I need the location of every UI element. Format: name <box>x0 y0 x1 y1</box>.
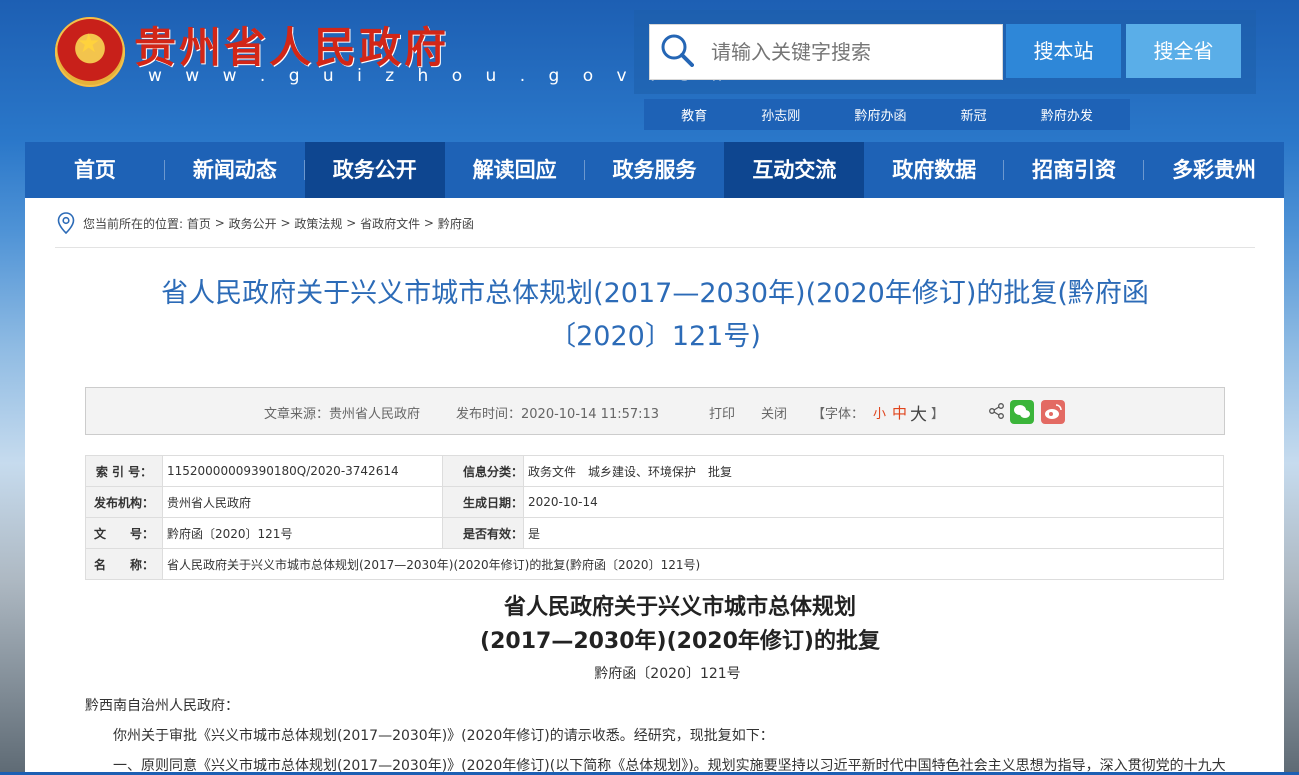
hot-link[interactable]: 孙志刚 <box>761 105 800 124</box>
info-table: 索 引 号： 11520000009390180Q/2020-3742614 信… <box>85 455 1224 580</box>
article-source: 文章来源：贵州省人民政府 <box>264 407 421 422</box>
font-large-button[interactable]: 大 <box>910 400 927 425</box>
document-paragraph: 一、原则同意《兴义市城市总体规划(2017—2030年)》(2020年修订)(以… <box>113 758 1226 774</box>
font-size-end: 】 <box>931 407 945 422</box>
search-input[interactable] <box>709 36 993 68</box>
valid-value: 是 <box>523 517 1224 549</box>
nav-news[interactable]: 新闻动态 <box>165 142 305 198</box>
main-nav: 首页 新闻动态 政务公开 解读回应 政务服务 互动交流 政府数据 招商引资 多彩… <box>25 142 1284 198</box>
document-addressee: 黔西南自治州人民政府： <box>85 698 239 714</box>
font-small-button[interactable]: 小 <box>873 403 886 422</box>
search-province-button[interactable]: 搜全省 <box>1126 24 1241 78</box>
breadcrumb-sep: > <box>346 216 357 230</box>
breadcrumb: 您当前所在的位置: 首页 > 政务公开 > 政策法规 > 省政府文件 > 黔府函 <box>57 212 474 234</box>
weibo-share-icon[interactable] <box>1041 400 1065 424</box>
breadcrumb-home[interactable]: 首页 <box>187 215 211 232</box>
location-pin-icon <box>57 212 75 234</box>
nav-gov-affairs[interactable]: 政务公开 <box>304 142 445 198</box>
table-row: 索 引 号： 11520000009390180Q/2020-3742614 信… <box>85 455 1224 487</box>
breadcrumb-sep: > <box>423 216 434 230</box>
hot-link[interactable]: 新冠 <box>961 105 987 124</box>
docno-value: 黔府函〔2020〕121号 <box>162 517 443 549</box>
breadcrumb-gov-affairs[interactable]: 政务公开 <box>229 215 277 232</box>
date-value: 2020-10-14 <box>523 486 1224 518</box>
hot-keywords: 教育 孙志刚 黔府办函 新冠 黔府办发 <box>644 99 1130 130</box>
table-row: 文 号： 黔府函〔2020〕121号 是否有效： 是 <box>85 517 1224 549</box>
breadcrumb-prefix: 您当前所在的位置: <box>83 216 184 231</box>
breadcrumb-policies[interactable]: 政策法规 <box>294 215 342 232</box>
wechat-share-icon[interactable] <box>1010 400 1034 424</box>
breadcrumb-sep: > <box>214 216 225 230</box>
divider <box>55 247 1255 248</box>
national-emblem-logo: ★ <box>55 17 125 87</box>
nav-investment[interactable]: 招商引资 <box>1004 142 1145 198</box>
issuer-value: 贵州省人民政府 <box>162 486 443 518</box>
search-site-button[interactable]: 搜本站 <box>1006 24 1121 78</box>
hot-link[interactable]: 黔府办函 <box>854 105 906 124</box>
nav-services[interactable]: 政务服务 <box>585 142 725 198</box>
breadcrumb-qianfuhan[interactable]: 黔府函 <box>438 215 474 232</box>
nav-home[interactable]: 首页 <box>25 142 165 198</box>
name-value: 省人民政府关于兴义市城市总体规划(2017—2030年)(2020年修订)的批复… <box>162 548 1224 580</box>
docno-label: 文 号： <box>85 517 163 549</box>
share-icon[interactable] <box>988 402 1006 420</box>
nav-guizhou[interactable]: 多彩贵州 <box>1144 142 1284 198</box>
issuer-label: 发布机构： <box>85 486 163 518</box>
table-row: 发布机构： 贵州省人民政府 生成日期： 2020-10-14 <box>85 486 1224 518</box>
document-paragraph: 你州关于审批《兴义市城市总体规划(2017—2030年)》(2020年修订)的请… <box>113 728 774 744</box>
font-medium-button[interactable]: 中 <box>892 402 907 423</box>
hot-link[interactable]: 教育 <box>681 105 707 124</box>
article-title: 省人民政府关于兴义市城市总体规划(2017—2030年)(2020年修订)的批复… <box>161 278 1149 352</box>
breadcrumb-sep: > <box>280 216 291 230</box>
category-value: 政务文件 城乡建设、环境保护 批复 <box>523 455 1224 487</box>
index-label: 索 引 号： <box>85 455 163 487</box>
date-label: 生成日期： <box>442 486 524 518</box>
breadcrumb-province-docs[interactable]: 省政府文件 <box>360 215 420 232</box>
nav-interpretation[interactable]: 解读回应 <box>445 142 585 198</box>
close-link[interactable]: 关闭 <box>761 403 787 422</box>
nav-gov-data[interactable]: 政府数据 <box>864 142 1005 198</box>
nav-interaction[interactable]: 互动交流 <box>724 142 865 198</box>
document-title: 省人民政府关于兴义市城市总体规划 (2017—2030年)(2020年修订)的批… <box>480 595 880 654</box>
font-size-label: 【字体： <box>812 407 865 422</box>
valid-label: 是否有效： <box>442 517 524 549</box>
index-value: 11520000009390180Q/2020-3742614 <box>162 455 443 487</box>
document-number: 黔府函〔2020〕121号 <box>594 666 741 682</box>
article-meta-bar: 文章来源：贵州省人民政府 发布时间：2020-10-14 11:57:13 打印… <box>85 387 1225 435</box>
name-label: 名 称： <box>85 548 163 580</box>
print-link[interactable]: 打印 <box>709 403 735 422</box>
table-row: 名 称： 省人民政府关于兴义市城市总体规划(2017—2030年)(2020年修… <box>85 548 1224 580</box>
publish-time: 发布时间：2020-10-14 11:57:13 <box>456 407 660 422</box>
hot-link[interactable]: 黔府办发 <box>1041 105 1093 124</box>
search-icon <box>661 34 694 67</box>
category-label: 信息分类： <box>442 455 524 487</box>
